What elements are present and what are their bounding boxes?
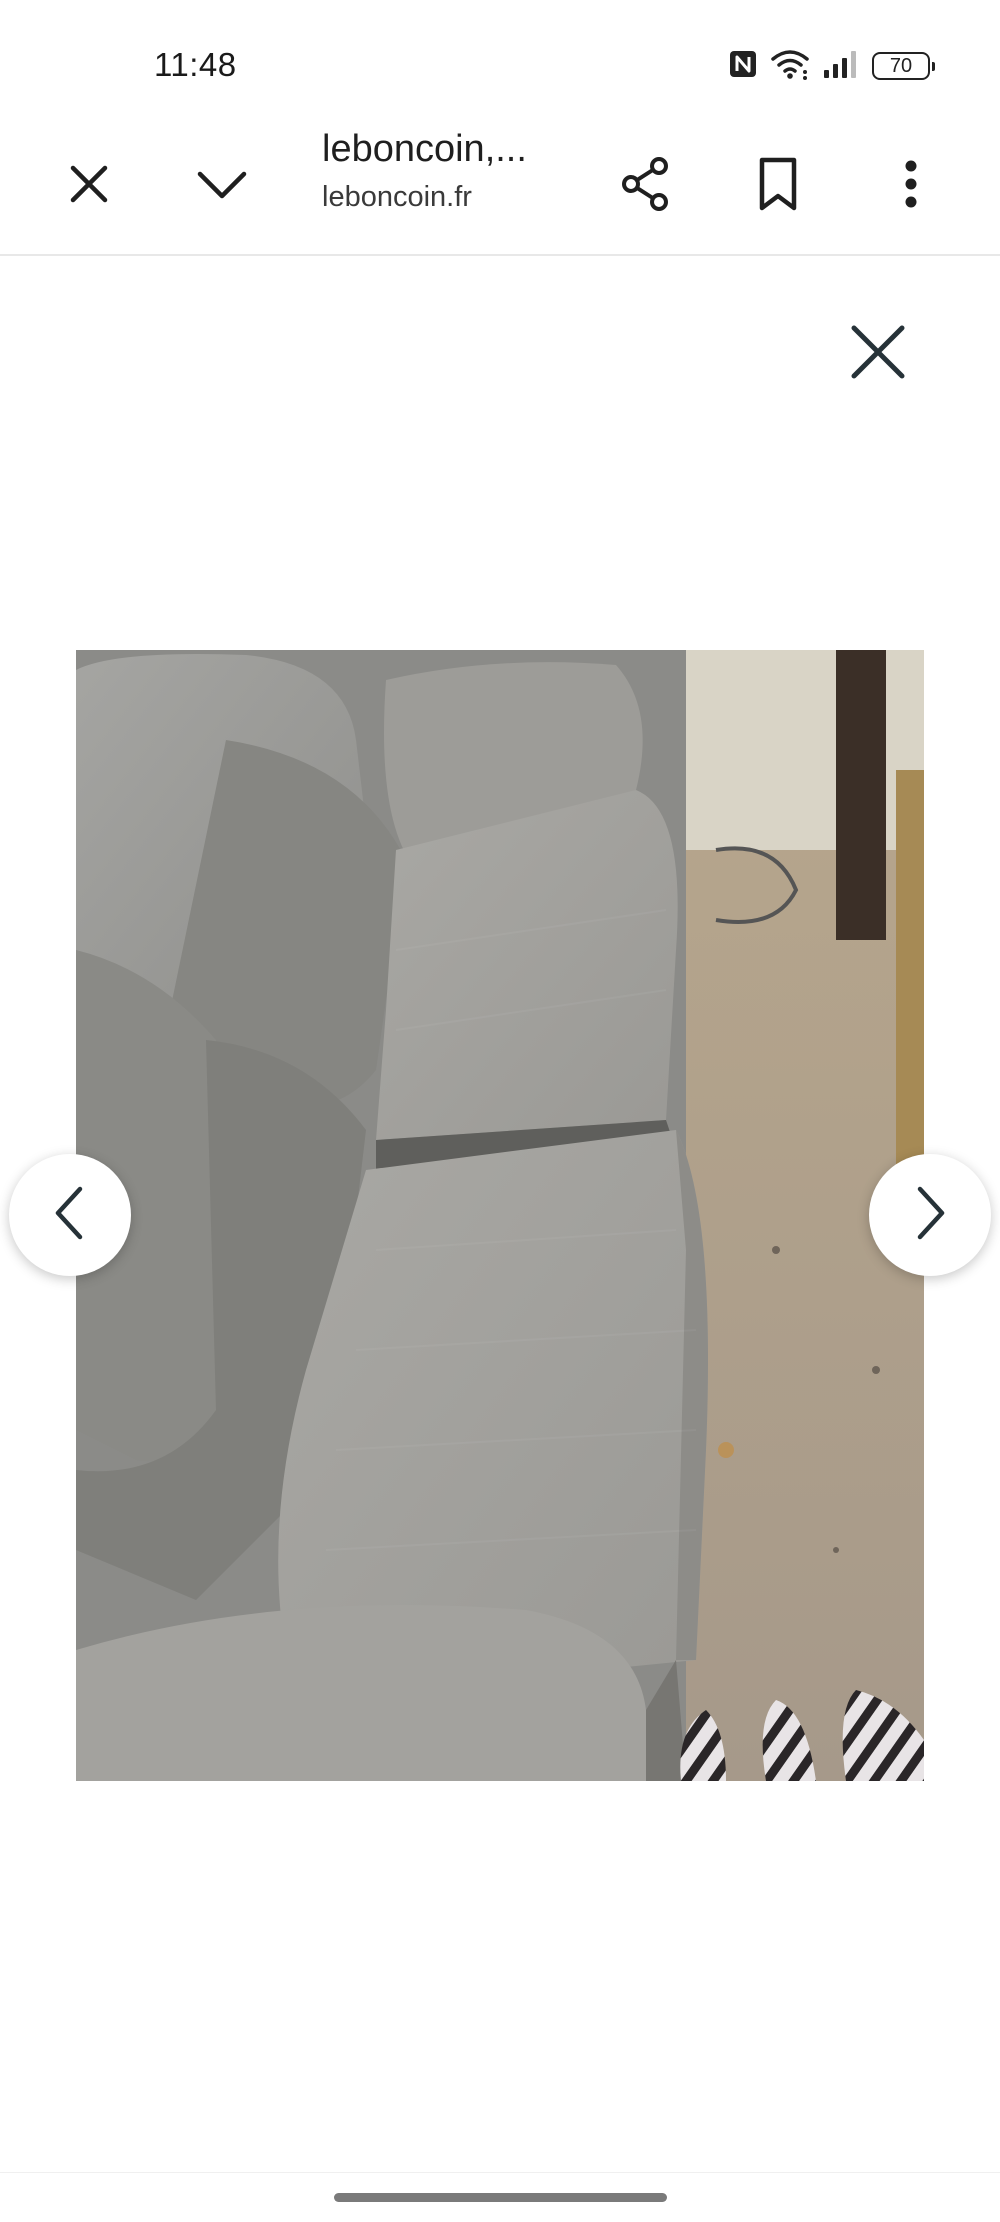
- wifi-icon: [770, 48, 810, 85]
- chevron-left-icon: [52, 1185, 88, 1246]
- nfc-icon: [728, 49, 758, 84]
- browser-toolbar: leboncoin,... leboncoin.fr: [0, 120, 1000, 256]
- share-icon: [617, 154, 673, 219]
- next-image-button[interactable]: [869, 1154, 991, 1276]
- page-info[interactable]: leboncoin,... leboncoin.fr: [322, 128, 572, 214]
- close-icon: [848, 322, 908, 387]
- bottom-divider: [0, 2172, 1000, 2173]
- battery-icon: 70: [872, 52, 935, 80]
- status-icons: 70: [728, 48, 935, 85]
- more-options-button[interactable]: [875, 150, 947, 222]
- chevron-right-icon: [912, 1185, 948, 1246]
- page-title: leboncoin,...: [322, 128, 527, 170]
- listing-photo: [76, 650, 924, 1781]
- gesture-bar[interactable]: [334, 2193, 667, 2202]
- status-time: 11:48: [154, 46, 237, 83]
- close-viewer-button[interactable]: [838, 318, 918, 390]
- share-button[interactable]: [609, 150, 681, 222]
- bookmark-icon: [756, 156, 800, 217]
- close-tab-button[interactable]: [53, 150, 125, 222]
- battery-level: 70: [889, 54, 913, 77]
- chevron-down-icon: [196, 164, 248, 209]
- minimize-button[interactable]: [186, 150, 258, 222]
- close-icon: [67, 162, 111, 211]
- signal-icon: [822, 49, 860, 84]
- bookmark-button[interactable]: [742, 150, 814, 222]
- previous-image-button[interactable]: [9, 1154, 131, 1276]
- more-vert-icon: [904, 159, 918, 214]
- page-url: leboncoin.fr: [322, 181, 472, 213]
- status-bar: 11:48 70: [0, 0, 1000, 120]
